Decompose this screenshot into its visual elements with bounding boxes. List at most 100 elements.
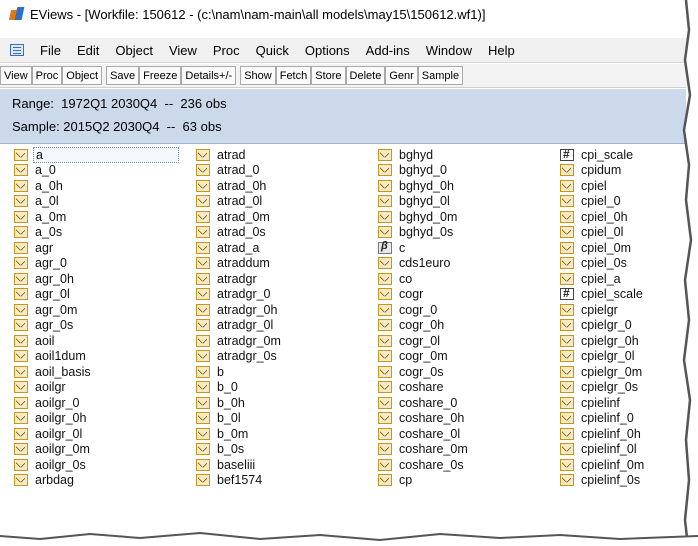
freeze-button[interactable]: Freeze	[139, 66, 182, 85]
workfile-object-item[interactable]: b	[196, 364, 381, 380]
workfile-object-item[interactable]: cpidum	[560, 163, 686, 179]
workfile-object-item[interactable]: atrad_0h	[196, 178, 381, 194]
workfile-object-item[interactable]: agr_0	[14, 256, 199, 272]
workfile-object-item[interactable]: bef1574	[196, 473, 381, 489]
workfile-object-item[interactable]: atradgr_0	[196, 287, 381, 303]
workfile-object-item[interactable]: cds1euro	[378, 256, 563, 272]
workfile-object-item[interactable]: aoil	[14, 333, 199, 349]
workfile-object-item[interactable]: cogr	[378, 287, 563, 303]
workfile-object-item[interactable]: cpielinf	[560, 395, 686, 411]
workfile-object-item[interactable]: a	[14, 146, 199, 163]
workfile-object-item[interactable]: agr_0m	[14, 302, 199, 318]
workfile-object-item[interactable]: atrad_0s	[196, 225, 381, 241]
workfile-object-item[interactable]: a_0s	[14, 225, 199, 241]
range-sample-panel[interactable]: Range: 1972Q1 2030Q4 -- 236 obs Sample: …	[0, 89, 686, 144]
workfile-object-item[interactable]: cpiel_0l	[560, 225, 686, 241]
workfile-object-item[interactable]: b_0m	[196, 426, 381, 442]
workfile-object-item[interactable]: bghyd	[378, 147, 563, 163]
workfile-object-item[interactable]: cogr_0	[378, 302, 563, 318]
menu-file[interactable]: File	[32, 43, 69, 58]
workfile-object-item[interactable]: bghyd_0	[378, 163, 563, 179]
workfile-object-item[interactable]: aoilgr	[14, 380, 199, 396]
workfile-object-item[interactable]: agr	[14, 240, 199, 256]
workfile-object-item[interactable]: aoil_basis	[14, 364, 199, 380]
workfile-object-item[interactable]: agr_0h	[14, 271, 199, 287]
workfile-object-item[interactable]: b_0l	[196, 411, 381, 427]
workfile-object-item[interactable]: bghyd_0l	[378, 194, 563, 210]
workfile-object-item[interactable]: aoil1dum	[14, 349, 199, 365]
workfile-object-item[interactable]: atrad_0l	[196, 194, 381, 210]
workfile-object-item[interactable]: atradgr	[196, 271, 381, 287]
menu-view[interactable]: View	[161, 43, 205, 58]
workfile-object-item[interactable]: c	[378, 240, 563, 256]
workfile-object-item[interactable]: coshare_0m	[378, 442, 563, 458]
menu-window[interactable]: Window	[418, 43, 480, 58]
workfile-object-item[interactable]: aoilgr_0	[14, 395, 199, 411]
workfile-object-item[interactable]: atradgr_0s	[196, 349, 381, 365]
workfile-object-item[interactable]: cpielinf_0m	[560, 457, 686, 473]
save-button[interactable]: Save	[106, 66, 140, 85]
workfile-object-item[interactable]: coshare_0s	[378, 457, 563, 473]
proc-button[interactable]: Proc	[31, 66, 63, 85]
workfile-object-item[interactable]: aoilgr_0s	[14, 457, 199, 473]
workfile-object-item[interactable]: cp	[378, 473, 563, 489]
workfile-object-item[interactable]: cpiel_0h	[560, 209, 686, 225]
workfile-object-item[interactable]: agr_0l	[14, 287, 199, 303]
workfile-object-item[interactable]: a_0m	[14, 209, 199, 225]
workfile-object-item[interactable]: aoilgr_0l	[14, 426, 199, 442]
workfile-object-item[interactable]: arbdag	[14, 473, 199, 489]
genr-button[interactable]: Genr	[385, 66, 418, 85]
menu-quick[interactable]: Quick	[248, 43, 297, 58]
workfile-object-item[interactable]: cpiel	[560, 178, 686, 194]
fetch-button[interactable]: Fetch	[275, 66, 312, 85]
workfile-object-item[interactable]: baseliii	[196, 457, 381, 473]
workfile-object-item[interactable]: cpiel_0s	[560, 256, 686, 272]
workfile-object-item[interactable]: cpielgr_0l	[560, 349, 686, 365]
workfile-object-item[interactable]: cpielinf_0	[560, 411, 686, 427]
menu-add-ins[interactable]: Add-ins	[358, 43, 418, 58]
range-info[interactable]: Range: 1972Q1 2030Q4 -- 236 obs	[12, 96, 227, 111]
workfile-object-item[interactable]: aoilgr_0m	[14, 442, 199, 458]
workfile-object-item[interactable]: cogr_0s	[378, 364, 563, 380]
workfile-object-item[interactable]: cogr_0m	[378, 349, 563, 365]
workfile-object-item[interactable]: cogr_0l	[378, 333, 563, 349]
workfile-object-item[interactable]: atradgr_0h	[196, 302, 381, 318]
workfile-object-item[interactable]: bghyd_0h	[378, 178, 563, 194]
workfile-object-item[interactable]: atraddum	[196, 256, 381, 272]
workfile-object-item[interactable]: coshare_0	[378, 395, 563, 411]
menu-edit[interactable]: Edit	[69, 43, 107, 58]
workfile-object-item[interactable]: agr_0s	[14, 318, 199, 334]
menu-options[interactable]: Options	[297, 43, 358, 58]
workfile-object-item[interactable]: coshare_0l	[378, 426, 563, 442]
store-button[interactable]: Store	[311, 66, 346, 85]
workfile-object-item[interactable]: atrad_0m	[196, 209, 381, 225]
workfile-object-item[interactable]: cpiel_a	[560, 271, 686, 287]
workfile-object-item[interactable]: bghyd_0m	[378, 209, 563, 225]
title-bar[interactable]: EViews - [Workfile: 150612 - (c:\nam\nam…	[0, 0, 686, 28]
workfile-object-item[interactable]: atrad_0	[196, 163, 381, 179]
object-button[interactable]: Object	[62, 66, 103, 85]
workfile-object-item[interactable]: cpi_scale	[560, 147, 686, 163]
show-button[interactable]: Show	[240, 66, 276, 85]
workfile-object-item[interactable]: bghyd_0s	[378, 225, 563, 241]
workfile-object-item[interactable]: cpielgr_0s	[560, 380, 686, 396]
menu-object[interactable]: Object	[107, 43, 161, 58]
workfile-object-item[interactable]: cpiel_scale	[560, 286, 686, 303]
workfile-object-item[interactable]: cpiel_0	[560, 194, 686, 210]
sample-info[interactable]: Sample: 2015Q2 2030Q4 -- 63 obs	[12, 119, 222, 134]
details-toggle-button[interactable]: Details+/-	[181, 66, 237, 85]
workfile-object-item[interactable]: a_0h	[14, 178, 199, 194]
workfile-object-item[interactable]: b_0	[196, 380, 381, 396]
workfile-object-item[interactable]: coshare	[378, 380, 563, 396]
workfile-object-item[interactable]: b_0s	[196, 442, 381, 458]
menu-proc[interactable]: Proc	[205, 43, 248, 58]
view-button[interactable]: View	[0, 66, 32, 85]
menu-help[interactable]: Help	[480, 43, 523, 58]
workfile-object-item[interactable]: cpielinf_0l	[560, 442, 686, 458]
workfile-object-item[interactable]: aoilgr_0h	[14, 411, 199, 427]
workfile-object-item[interactable]: a_0l	[14, 194, 199, 210]
workfile-object-item[interactable]: co	[378, 271, 563, 287]
workfile-object-item[interactable]: cpielgr_0m	[560, 364, 686, 380]
workfile-object-item[interactable]: atrad	[196, 147, 381, 163]
workfile-object-item[interactable]: atradgr_0l	[196, 318, 381, 334]
